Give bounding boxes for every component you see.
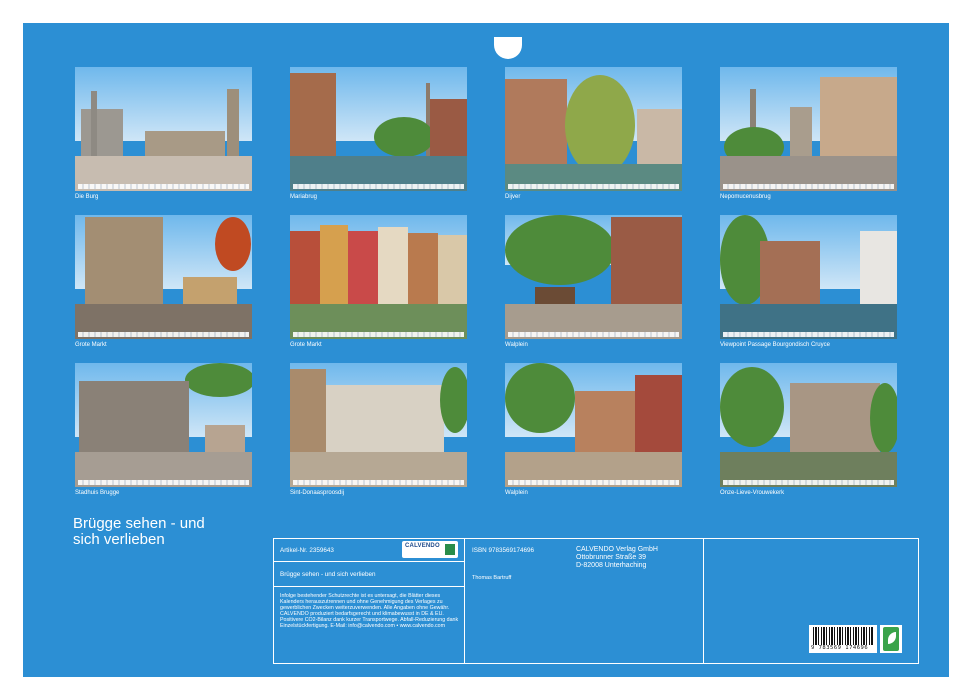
publisher-street: Ottobrunner Straße 39 (576, 554, 647, 561)
photo-thumbnail (720, 363, 897, 487)
photo-tile: Nepomucenusbrug (720, 67, 897, 201)
photo-tile: Sint-Donaasproosdij (290, 363, 467, 497)
author: Thomas Bartruff (472, 575, 512, 581)
publisher-address: CALVENDO Verlag GmbH Ottobrunner Straße … (576, 546, 658, 570)
logo-mark-icon (445, 544, 455, 555)
calendar-back-cover: Die Burg Mariabrug Dijver Nepomucenusbru… (23, 23, 949, 677)
photo-tile: Grote Markt (290, 215, 467, 349)
photo-thumbnail (505, 67, 682, 191)
photo-caption: Walplein (505, 490, 528, 496)
photo-thumbnail (75, 363, 252, 487)
publisher-city: D-82008 Unterhaching (576, 562, 647, 569)
publisher-name: CALVENDO Verlag GmbH (576, 546, 658, 553)
isbn: ISBN 9783569174696 (472, 547, 534, 554)
photo-thumbnail (290, 215, 467, 339)
photo-tile: Onze-Lieve-Vrouwekerk (720, 363, 897, 497)
leaf-icon (883, 627, 899, 651)
barcode-bars (813, 627, 873, 645)
calendar-title-line: sich verlieben (73, 531, 165, 548)
photo-caption: Walplein (505, 342, 528, 348)
photo-thumbnail (505, 215, 682, 339)
calendar-name: Brügge sehen - und sich verlieben (280, 571, 376, 578)
photo-thumbnail (75, 67, 252, 191)
photo-tile: Walplein (505, 215, 682, 349)
photo-tile: Mariabrug (290, 67, 467, 201)
photo-thumbnail (720, 215, 897, 339)
photo-caption: Die Burg (75, 194, 99, 200)
photo-tile: Die Burg (75, 67, 252, 201)
photo-caption: Sint-Donaasproosdij (290, 490, 345, 496)
hanger-hole (494, 37, 522, 59)
calendar-title: Brügge sehen - und sich verlieben (73, 516, 205, 548)
photo-caption: Nepomucenusbrug (720, 194, 771, 200)
eco-badge (880, 625, 902, 653)
publisher-info-box: Artikel-Nr. 2359643 CALVENDO Brügge sehe… (273, 538, 919, 664)
photo-caption: Grote Markt (290, 342, 322, 348)
photo-thumbnail (720, 67, 897, 191)
photo-caption: Viewpoint Passage Bourgondisch Cruyce (720, 342, 830, 348)
photo-tile: Stadhuis Brugge (75, 363, 252, 497)
photo-tile: Walplein (505, 363, 682, 497)
barcode-number: 9 783569 174696 (811, 645, 869, 651)
legal-notice: Infolge bestehender Schutzrechte ist es … (280, 593, 459, 630)
photo-tile: Viewpoint Passage Bourgondisch Cruyce (720, 215, 897, 349)
photo-thumbnail (290, 67, 467, 191)
photo-tile: Grote Markt (75, 215, 252, 349)
article-number: Artikel-Nr. 2359643 (280, 547, 334, 554)
photo-caption: Stadhuis Brugge (75, 490, 120, 496)
photo-caption: Dijver (505, 194, 521, 200)
calvendo-logo: CALVENDO (402, 541, 458, 558)
isbn-barcode: 9 783569 174696 (809, 625, 877, 653)
calendar-title-line: Brügge sehen - und (73, 515, 205, 532)
photo-caption: Mariabrug (290, 194, 318, 200)
photo-thumbnail (505, 363, 682, 487)
photo-caption: Onze-Lieve-Vrouwekerk (720, 490, 785, 496)
photo-tile: Dijver (505, 67, 682, 201)
photo-caption: Grote Markt (75, 342, 107, 348)
logo-text: CALVENDO (405, 543, 440, 549)
photo-thumbnail (75, 215, 252, 339)
photo-thumbnail (290, 363, 467, 487)
